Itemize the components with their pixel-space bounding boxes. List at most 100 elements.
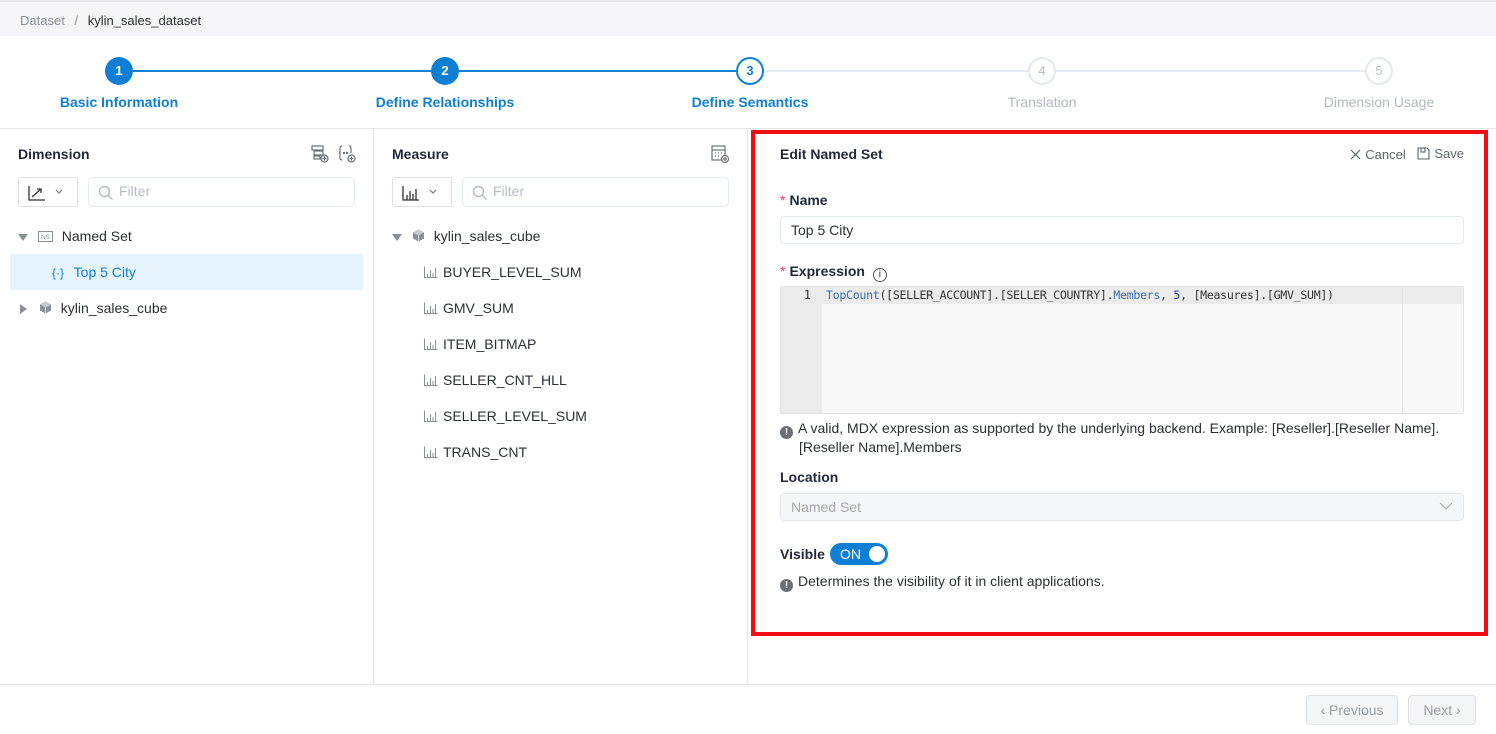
- measure-label: GMV_SUM: [443, 300, 514, 316]
- top-bar: Dataset / kylin_sales_dataset: [0, 0, 1496, 36]
- info-filled-icon: !: [780, 579, 793, 592]
- add-named-set-icon[interactable]: [337, 144, 357, 164]
- add-calculated-measure-icon[interactable]: [710, 144, 730, 164]
- line-chart-icon: [28, 186, 45, 201]
- measure-item[interactable]: SELLER_CNT_HLL: [424, 362, 724, 398]
- step-number: 3: [736, 57, 764, 85]
- close-icon: [1350, 149, 1361, 160]
- cancel-button[interactable]: Cancel: [1350, 147, 1406, 162]
- measure-filter-input[interactable]: [462, 177, 729, 207]
- step-connector-done: [459, 70, 736, 72]
- visible-hint: ! Determines the visibility of it in clie…: [780, 573, 1105, 592]
- step-label: Translation: [1007, 94, 1077, 110]
- caret-down-icon[interactable]: [18, 233, 28, 241]
- semantics-workspace: Dimension Filter NS Named Set {·} Top 5 …: [0, 128, 1496, 685]
- edit-actions: Cancel Save: [1342, 146, 1464, 163]
- previous-button[interactable]: ‹ Previous: [1306, 695, 1398, 725]
- cube-icon: [39, 291, 52, 327]
- dimension-filter-field[interactable]: [119, 183, 319, 199]
- chevron-down-icon: [429, 189, 437, 194]
- tree-label: kylin_sales_cube: [433, 228, 541, 244]
- breadcrumb-dataset-link[interactable]: Dataset: [20, 13, 65, 28]
- measure-item[interactable]: ITEM_BITMAP: [424, 326, 724, 362]
- edit-panel-title: Edit Named Set: [780, 146, 883, 162]
- print-margin: [1402, 287, 1403, 413]
- tree-label: kylin_sales_cube: [60, 300, 168, 316]
- tree-node-kylin-sales-cube[interactable]: kylin_sales_cube: [392, 218, 737, 254]
- info-icon[interactable]: i: [872, 268, 887, 282]
- chevron-left-icon: ‹: [1320, 702, 1326, 718]
- visible-toggle[interactable]: ON: [830, 543, 888, 565]
- expression-hint: ! A valid, MDX expression as supported by…: [780, 420, 1439, 455]
- save-button[interactable]: Save: [1417, 146, 1464, 161]
- breadcrumb: Dataset / kylin_sales_dataset: [20, 13, 201, 28]
- measure-label: ITEM_BITMAP: [443, 336, 537, 352]
- location-value: Named Set: [791, 499, 862, 515]
- location-field-label: Location: [780, 469, 839, 485]
- dimension-filter-input[interactable]: [88, 177, 355, 207]
- step-number: 5: [1365, 57, 1393, 85]
- breadcrumb-current: kylin_sales_dataset: [87, 13, 202, 28]
- step-label: Dimension Usage: [1323, 94, 1435, 110]
- toggle-state-text: ON: [840, 546, 861, 562]
- info-filled-icon: !: [780, 426, 793, 439]
- step-label: Basic Information: [59, 94, 179, 110]
- svg-text:NS: NS: [41, 234, 51, 241]
- location-select[interactable]: Named Set: [780, 493, 1464, 521]
- edit-named-set-panel: Edit Named Set Cancel Save *Name *Expres…: [748, 129, 1496, 685]
- breadcrumb-separator: /: [74, 13, 79, 28]
- measure-icon: [424, 363, 438, 399]
- tree-label: Top 5 City: [73, 264, 136, 280]
- line-gutter: [781, 287, 822, 413]
- dimension-panel-title: Dimension: [18, 146, 90, 162]
- chevron-down-icon: [55, 189, 63, 194]
- tree-node-kylin-sales-cube[interactable]: kylin_sales_cube: [18, 290, 363, 326]
- measure-icon: [424, 435, 438, 471]
- dimension-panel: Dimension Filter NS Named Set {·} Top 5 …: [0, 129, 374, 685]
- tree-node-named-set[interactable]: NS Named Set: [18, 218, 363, 254]
- named-set-item-icon: {·}: [52, 266, 65, 281]
- measure-panel-title: Measure: [392, 146, 449, 162]
- expression-editor[interactable]: 1 TopCount([SELLER_ACCOUNT].[SELLER_COUN…: [780, 286, 1464, 414]
- wizard-footer: ‹ Previous Next ›: [0, 684, 1496, 734]
- cancel-label: Cancel: [1365, 147, 1406, 162]
- add-hierarchy-icon[interactable]: [310, 144, 330, 164]
- toggle-knob: [869, 546, 885, 562]
- measure-icon: [424, 291, 438, 327]
- measure-item[interactable]: SELLER_LEVEL_SUM: [424, 398, 724, 434]
- caret-right-icon[interactable]: [20, 304, 27, 315]
- expression-code-line: TopCount([SELLER_ACCOUNT].[SELLER_COUNTR…: [826, 288, 1334, 302]
- chevron-down-icon: [1439, 502, 1453, 510]
- visible-field-label: Visible: [780, 546, 825, 562]
- measure-panel: Measure kylin_sales_cube: [374, 129, 748, 685]
- save-label: Save: [1434, 146, 1464, 161]
- name-field-label: * Name: [780, 192, 828, 208]
- measure-item[interactable]: GMV_SUM: [424, 290, 724, 326]
- measure-label: TRANS_CNT: [443, 444, 528, 460]
- chevron-right-icon: ›: [1456, 702, 1461, 718]
- caret-down-icon[interactable]: [392, 233, 402, 241]
- search-icon: [472, 185, 487, 200]
- measure-icon: [424, 327, 438, 363]
- next-button[interactable]: Next ›: [1408, 695, 1476, 725]
- measure-item[interactable]: BUYER_LEVEL_SUM: [424, 254, 724, 290]
- measure-type-select[interactable]: [392, 177, 452, 207]
- step-label: Define Relationships: [375, 94, 515, 110]
- measure-filter-field[interactable]: [493, 183, 693, 199]
- name-input[interactable]: [780, 216, 1464, 244]
- expression-field-label: * Expression i: [780, 263, 887, 282]
- wizard-stepper: 1 Basic Information 2 Define Relationshi…: [0, 36, 1496, 128]
- required-asterisk: *: [780, 263, 786, 279]
- measure-item[interactable]: TRANS_CNT: [424, 434, 724, 470]
- line-number: 1: [803, 288, 811, 302]
- measure-label: BUYER_LEVEL_SUM: [443, 264, 582, 280]
- tree-node-top-5-city[interactable]: {·} Top 5 City: [10, 254, 363, 290]
- dimension-type-select[interactable]: [18, 177, 78, 207]
- search-icon: [98, 185, 113, 200]
- measure-label: SELLER_CNT_HLL: [443, 372, 567, 388]
- required-asterisk: *: [780, 192, 786, 208]
- cube-icon: [412, 219, 425, 255]
- step-label: Define Semantics: [691, 94, 809, 110]
- save-icon: [1417, 147, 1430, 160]
- bar-chart-icon: [402, 186, 419, 201]
